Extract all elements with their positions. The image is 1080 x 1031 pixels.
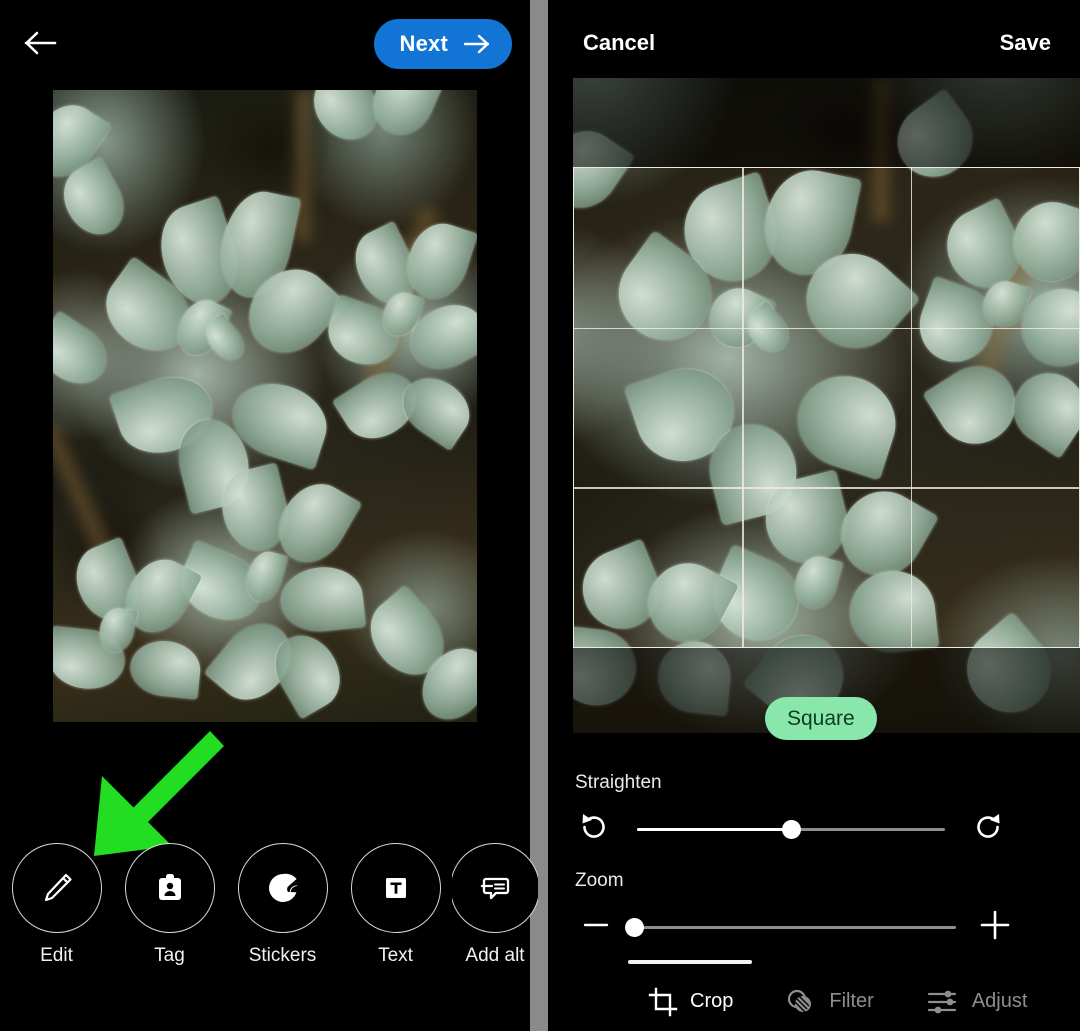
tool-stickers-label: Stickers (248, 945, 317, 966)
pencil-icon (44, 873, 72, 902)
tab-filter[interactable]: Filter (785, 986, 874, 1018)
left-header: Next (0, 0, 530, 88)
composed-photo-preview[interactable] (53, 90, 477, 722)
plus-icon (980, 910, 1010, 940)
next-button-label: Next (399, 31, 448, 56)
tool-text-ring[interactable] (350, 843, 441, 933)
next-button[interactable]: Next (373, 19, 512, 69)
left-panel-compose: Next Edit Tag Stickers Text Add alt (0, 0, 538, 1031)
compose-tool-row: Edit Tag Stickers Text Add alt (0, 843, 538, 973)
tool-tag-ring[interactable] (124, 843, 215, 933)
crop-photo-canvas[interactable] (573, 78, 1080, 733)
sticker-icon (268, 873, 297, 902)
tag-person-icon (158, 874, 181, 900)
editor-tabbar: Crop Filter Adjust (548, 972, 1080, 1031)
zoom-label: Zoom (575, 870, 624, 891)
rotate-counterclockwise-icon (582, 814, 605, 838)
arrow-left-icon (24, 31, 57, 55)
alt-text-bubble-icon (480, 877, 510, 900)
rotate-clockwise-icon (977, 814, 1000, 838)
straighten-slider-fill (637, 828, 791, 831)
save-button[interactable]: Save (1000, 30, 1051, 56)
straighten-label: Straighten (575, 772, 662, 793)
tab-filter-label: Filter (829, 990, 874, 1012)
tool-text[interactable]: Text (339, 843, 452, 967)
tool-tag[interactable]: Tag (113, 843, 226, 967)
sliders-icon (927, 990, 956, 1013)
right-panel-crop-editor: Cancel Save Square Straighten Zoom Crop … (548, 0, 1080, 1031)
cancel-button[interactable]: Cancel (583, 30, 655, 56)
tab-crop-label: Crop (690, 990, 734, 1012)
zoom-out-button[interactable] (580, 909, 612, 946)
tool-stickers[interactable]: Stickers (226, 843, 339, 967)
rotate-right-button[interactable] (969, 808, 1007, 851)
text-box-icon (385, 878, 406, 898)
tool-edit-label: Edit (40, 945, 73, 966)
home-indicator (628, 960, 752, 964)
straighten-slider-knob[interactable] (781, 820, 801, 839)
tab-crop[interactable]: Crop (648, 987, 733, 1017)
tool-tag-label: Tag (154, 945, 185, 966)
tool-edit-ring[interactable] (11, 843, 102, 933)
tool-edit[interactable]: Edit (0, 843, 113, 967)
rotate-left-button[interactable] (575, 808, 613, 851)
aspect-ratio-label: Square (787, 706, 855, 730)
tool-text-label: Text (378, 945, 413, 966)
straighten-control: Straighten (548, 772, 1080, 851)
zoom-slider-knob[interactable] (624, 918, 644, 937)
arrow-right-icon (464, 34, 490, 54)
app-screen: Next Edit Tag Stickers Text Add alt Canc… (0, 0, 1080, 1031)
tool-add-alt[interactable]: Add alt (452, 843, 538, 967)
tool-stickers-ring[interactable] (237, 843, 328, 933)
tool-add-alt-label: Add alt (465, 945, 525, 966)
minus-icon (583, 923, 609, 927)
crop-icon (648, 987, 678, 1016)
back-button[interactable] (18, 20, 64, 66)
zoom-in-button[interactable] (978, 908, 1012, 947)
straighten-slider-track[interactable] (637, 820, 945, 839)
aspect-ratio-button[interactable]: Square (765, 697, 877, 740)
filter-circles-icon (788, 989, 812, 1012)
zoom-control: Zoom (548, 870, 1080, 947)
tab-adjust[interactable]: Adjust (926, 987, 1028, 1017)
right-header: Cancel Save (548, 0, 1080, 88)
zoom-slider-track[interactable] (624, 918, 956, 937)
tab-adjust-label: Adjust (971, 990, 1028, 1012)
tool-add-alt-ring[interactable] (452, 843, 538, 933)
